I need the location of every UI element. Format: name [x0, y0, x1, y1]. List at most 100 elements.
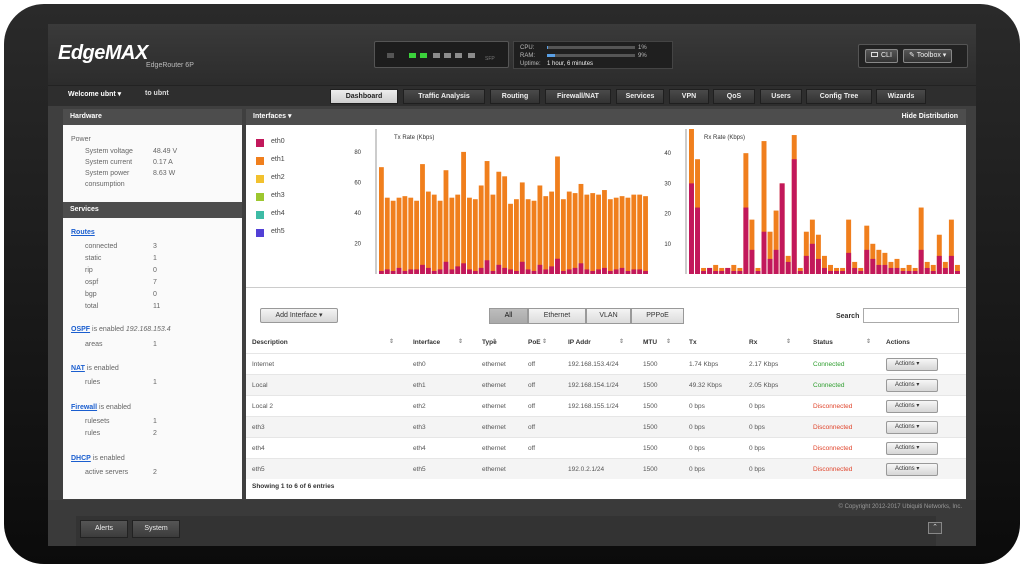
- actions-button[interactable]: Actions ▾: [886, 400, 938, 413]
- bar: [555, 258, 560, 274]
- bar: [936, 255, 942, 274]
- interfaces-menu[interactable]: Interfaces ▾: [253, 113, 292, 120]
- cell-ip: 192.0.2.1/24: [568, 466, 605, 473]
- cell-iface: eth3: [413, 424, 426, 431]
- ospf-link[interactable]: OSPF: [71, 326, 90, 333]
- column-header[interactable]: PoE: [528, 339, 541, 346]
- sort-icon[interactable]: ⇕: [542, 338, 547, 345]
- table-row[interactable]: Local eth1 ethernet off 192.168.154.1/24 1500…: [246, 374, 966, 395]
- tab-users[interactable]: Users: [760, 89, 802, 104]
- sort-icon[interactable]: ⇕: [866, 338, 871, 345]
- sort-icon[interactable]: ⇕: [619, 338, 624, 345]
- table-row[interactable]: eth3 eth3 ethernet off 1500 0 bps 0 bps Disconn…: [246, 416, 966, 437]
- bar: [467, 269, 472, 274]
- cell-type: ethernet: [482, 361, 506, 368]
- add-interface-button[interactable]: Add Interface ▾: [260, 308, 338, 323]
- tab-wizards[interactable]: Wizards: [876, 89, 926, 104]
- column-header[interactable]: MTU: [643, 339, 657, 346]
- bar: [773, 249, 779, 274]
- cell-ip: 192.168.155.1/24: [568, 403, 619, 410]
- caret-down-icon: ▾: [288, 113, 292, 120]
- bar: [478, 185, 484, 274]
- sort-icon[interactable]: ⇕: [389, 338, 394, 345]
- actions-button[interactable]: Actions ▾: [886, 379, 938, 392]
- tab-qos[interactable]: QoS: [713, 89, 755, 104]
- bar: [834, 270, 840, 274]
- cell-iface: eth5: [413, 466, 426, 473]
- filter-all[interactable]: All: [489, 308, 528, 324]
- bar: [572, 267, 578, 274]
- actions-button[interactable]: Actions ▾: [886, 442, 938, 455]
- ram-bar-fill: [547, 53, 555, 57]
- cell-poe: off: [528, 445, 536, 452]
- ram-value: 9%: [638, 53, 647, 59]
- nat-link[interactable]: NAT: [71, 365, 85, 372]
- column-header[interactable]: Tx: [689, 339, 697, 346]
- bar: [948, 255, 954, 274]
- bar: [637, 194, 643, 274]
- routes-link[interactable]: Routes: [71, 229, 95, 236]
- expand-button[interactable]: ⌃: [928, 522, 942, 534]
- actions-button[interactable]: Actions ▾: [886, 421, 938, 434]
- tab-services[interactable]: Services: [616, 89, 664, 104]
- sort-icon[interactable]: ⇕: [786, 338, 791, 345]
- cell-rx: 0 bps: [749, 424, 765, 431]
- toolbox-button[interactable]: ✎ Toolbox ▾: [903, 49, 953, 63]
- uptime-label: Uptime:: [520, 61, 541, 67]
- port-status-panel: SFP: [374, 41, 509, 68]
- cell-tx: 0 bps: [689, 466, 705, 473]
- column-header[interactable]: Rx: [749, 339, 757, 346]
- bar: [846, 252, 852, 274]
- firewall-link[interactable]: Firewall: [71, 404, 97, 411]
- cell-desc: Local: [252, 382, 268, 389]
- table-row[interactable]: Internet eth0 ethernet off 192.168.153.4/24 1…: [246, 353, 966, 374]
- column-header[interactable]: IP Addr: [568, 339, 591, 346]
- welcome-user[interactable]: Welcome ubnt ▾: [68, 90, 121, 98]
- column-header[interactable]: Interface: [413, 339, 440, 346]
- cell-tx: 1.74 Kbps: [689, 361, 719, 368]
- column-header[interactable]: Status: [813, 339, 833, 346]
- bar: [484, 260, 490, 274]
- bar: [508, 269, 513, 274]
- column-header[interactable]: Description: [252, 339, 288, 346]
- cell-rx: 0 bps: [749, 445, 765, 452]
- bar: [396, 267, 402, 274]
- bar: [560, 199, 566, 274]
- tab-dashboard[interactable]: Dashboard: [330, 89, 398, 104]
- dhcp-link[interactable]: DHCP: [71, 455, 91, 462]
- sort-icon[interactable]: ⇕: [492, 338, 497, 345]
- bar: [455, 194, 461, 274]
- sort-icon[interactable]: ⇕: [666, 338, 671, 345]
- search-input[interactable]: [863, 308, 959, 323]
- table-row[interactable]: eth4 eth4 ethernet off 1500 0 bps 0 bps Disconn…: [246, 437, 966, 458]
- tab-firewall-nat[interactable]: Firewall/NAT: [545, 89, 611, 104]
- bar: [643, 196, 648, 274]
- bar: [695, 207, 701, 274]
- bar: [743, 207, 749, 274]
- tab-routing[interactable]: Routing: [490, 89, 540, 104]
- cell-iface: eth4: [413, 445, 426, 452]
- caret-down-icon: ▾: [914, 445, 920, 451]
- sort-icon[interactable]: ⇕: [458, 338, 463, 345]
- actions-button[interactable]: Actions ▾: [886, 358, 938, 371]
- chart-title: Rx Rate (Kbps): [704, 135, 745, 141]
- footer-tab-system[interactable]: System: [132, 520, 180, 538]
- actions-button[interactable]: Actions ▾: [886, 463, 938, 476]
- bar: [755, 270, 761, 274]
- cell-type: ethernet: [482, 403, 506, 410]
- tab-vpn[interactable]: VPN: [669, 89, 709, 104]
- cli-button[interactable]: CLI: [865, 49, 898, 63]
- hide-distribution-link[interactable]: Hide Distribution: [902, 109, 958, 125]
- areas-value: 1: [153, 341, 157, 348]
- tab-traffic-analysis[interactable]: Traffic Analysis: [403, 89, 485, 104]
- tab-config-tree[interactable]: Config Tree: [806, 89, 872, 104]
- filter-pppoe[interactable]: PPPoE: [631, 308, 684, 324]
- filter-vlan[interactable]: VLAN: [586, 308, 631, 324]
- column-header[interactable]: Actions: [886, 339, 910, 346]
- table-row[interactable]: eth5 eth5 ethernet 192.0.2.1/24 1500 0 bps 0 b…: [246, 458, 966, 479]
- interfaces-header: Interfaces ▾ Hide Distribution: [246, 109, 966, 125]
- table-row[interactable]: Local 2 eth2 ethernet off 192.168.155.1/24 15…: [246, 395, 966, 416]
- footer-tab-alerts[interactable]: Alerts: [80, 520, 128, 538]
- caret-down-icon: ▾: [914, 382, 920, 388]
- filter-ethernet[interactable]: Ethernet: [528, 308, 586, 324]
